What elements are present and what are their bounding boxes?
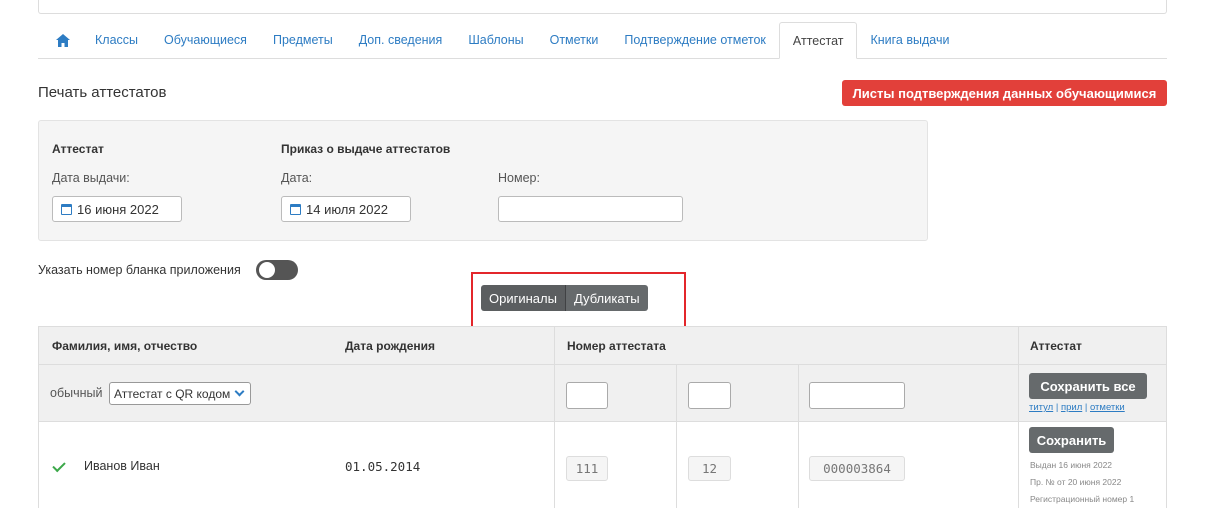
number-field[interactable]: 000003864	[809, 456, 905, 481]
print-links: титул | прил | отметки	[1029, 402, 1125, 413]
tab-templates[interactable]: Шаблоны	[455, 22, 536, 58]
template-select[interactable]: Аттестат с QR кодом	[109, 382, 252, 405]
calendar-icon	[61, 203, 72, 215]
tab-attestat[interactable]: Аттестат	[778, 22, 858, 59]
tab-home[interactable]	[38, 22, 82, 58]
title-link[interactable]: титул	[1029, 402, 1053, 413]
check-icon	[52, 458, 66, 473]
students-table: Фамилия, имя, отчество Дата рождения Ном…	[38, 326, 1167, 508]
tab-classes[interactable]: Классы	[82, 22, 151, 58]
student-name: Иванов Иван	[84, 459, 160, 473]
filter-number-input[interactable]	[809, 382, 905, 409]
student-birth-date: 01.05.2014	[345, 458, 421, 474]
tab-subjects[interactable]: Предметы	[260, 22, 346, 58]
order-date-picker[interactable]: 14 июля 2022	[281, 196, 411, 222]
appendix-link[interactable]: прил	[1061, 402, 1082, 413]
chevron-down-icon	[234, 386, 245, 397]
tab-marks-confirmation[interactable]: Подтверждение отметок	[611, 22, 779, 58]
header-attestat: Аттестат	[1030, 338, 1082, 353]
series-field[interactable]: 111	[566, 456, 608, 481]
home-icon	[56, 33, 70, 47]
tab-issue-book[interactable]: Книга выдачи	[857, 22, 962, 58]
tab-students[interactable]: Обучающиеся	[151, 22, 260, 58]
order-number-input[interactable]	[498, 196, 683, 222]
type-label: обычный	[50, 386, 103, 400]
header-name: Фамилия, имя, отчество	[52, 338, 198, 353]
header-number: Номер аттестата	[567, 338, 666, 353]
table-row: Иванов Иван 01.05.2014 111 12 000003864 …	[39, 422, 1166, 508]
duplicates-button[interactable]: Дубликаты	[564, 285, 648, 311]
tab-marks[interactable]: Отметки	[537, 22, 612, 58]
order-date-label: Дата:	[281, 171, 313, 185]
attestat-settings-panel: Аттестат Дата выдачи: 16 июня 2022 Прика…	[38, 120, 928, 241]
save-all-button[interactable]: Сохранить все	[1029, 373, 1147, 399]
order-heading: Приказ о выдаче аттестатов	[281, 142, 451, 156]
originals-duplicates-switch: Оригиналы Дубликаты	[481, 285, 648, 311]
marks-link[interactable]: отметки	[1090, 402, 1125, 413]
header-birth-date: Дата рождения	[345, 338, 436, 353]
template-select-value: Аттестат с QR кодом	[114, 386, 231, 401]
issue-date-value: 16 июня 2022	[77, 201, 159, 217]
series2-field[interactable]: 12	[688, 456, 731, 481]
issued-info: Выдан 16 июня 2022	[1030, 460, 1113, 470]
nav-tabs: Классы Обучающиеся Предметы Доп. сведени…	[38, 22, 1167, 59]
save-button[interactable]: Сохранить	[1029, 427, 1114, 453]
page-title: Печать аттестатов	[38, 84, 167, 101]
top-bar	[38, 0, 1167, 14]
confirmation-sheets-button[interactable]: Листы подтверждения данных обучающимися	[842, 80, 1167, 106]
calendar-icon	[290, 203, 301, 215]
issue-date-picker[interactable]: 16 июня 2022	[52, 196, 182, 222]
registration-number: Регистрационный номер 1	[1030, 494, 1135, 504]
tab-extra-info[interactable]: Доп. сведения	[346, 22, 456, 58]
filter-series2-input[interactable]	[688, 382, 731, 409]
originals-button[interactable]: Оригиналы	[481, 285, 565, 311]
attestat-heading: Аттестат	[52, 142, 104, 156]
issue-date-label: Дата выдачи:	[52, 171, 130, 185]
appendix-number-toggle-label: Указать номер бланка приложения	[38, 263, 241, 277]
filter-series-input[interactable]	[566, 382, 608, 409]
order-info: Пр. № от 20 июня 2022	[1030, 477, 1122, 487]
order-number-label: Номер:	[498, 171, 540, 185]
appendix-number-toggle[interactable]	[256, 260, 298, 280]
table-filter-row: обычный Аттестат с QR кодом Сохранить вс…	[39, 365, 1166, 422]
toggle-knob	[259, 262, 275, 278]
order-date-value: 14 июля 2022	[306, 201, 388, 217]
table-header-row: Фамилия, имя, отчество Дата рождения Ном…	[39, 327, 1166, 365]
